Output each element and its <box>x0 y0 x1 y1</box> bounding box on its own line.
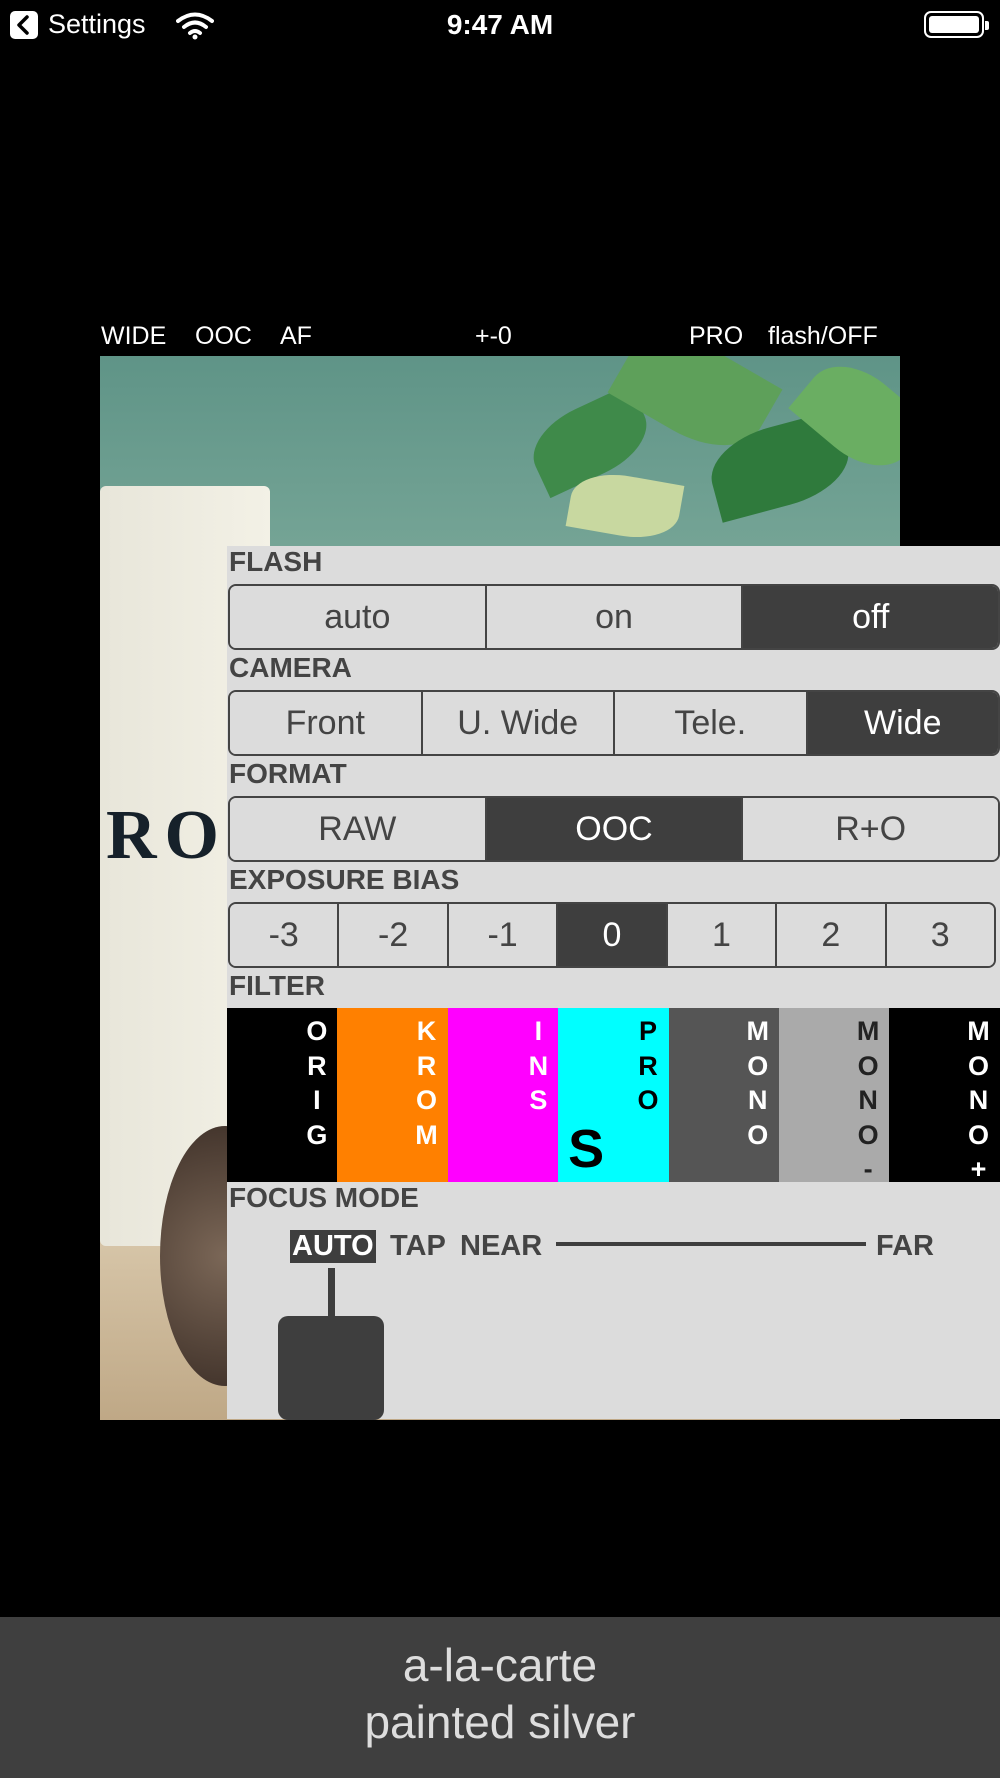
focus-distance-track[interactable] <box>556 1242 866 1246</box>
filter-letter: N <box>528 1050 549 1081</box>
filter-letter: O <box>857 1119 879 1150</box>
camera-ultra-wide-button[interactable]: U. Wide <box>420 692 613 754</box>
filter-letter: - <box>863 1154 873 1184</box>
filter-letter: O <box>857 1050 879 1081</box>
banner-line-1: a-la-carte <box>402 1639 598 1691</box>
filter-letter: O <box>747 1050 769 1081</box>
filter-letter: O <box>416 1085 438 1115</box>
filter-letter: + <box>970 1154 987 1184</box>
filter-ins-button[interactable]: INS <box>447 1008 559 1182</box>
flash-segmented-control: auto on off <box>228 584 1000 650</box>
battery-icon <box>924 11 989 38</box>
filter-letter: S <box>529 1085 548 1115</box>
camera-segmented-control: Front U. Wide Tele. Wide <box>228 690 1000 756</box>
lens-indicator: WIDE <box>101 322 167 350</box>
filter-mono-button[interactable]: MONO <box>668 1008 779 1182</box>
focus-mode-title: FOCUS MODE <box>229 1182 419 1213</box>
exposure-bias-segmented-control: -3 -2 -1 0 1 2 3 <box>228 902 996 968</box>
filter-letter: O <box>967 1119 989 1150</box>
settings-panel: FLASH auto on off CAMERA Front U. Wide T… <box>227 546 1000 1420</box>
exposure-bias-title: EXPOSURE BIAS <box>229 864 460 895</box>
filter-letter: K <box>416 1016 437 1046</box>
filter-letter: O <box>747 1119 769 1150</box>
exposure-plus-1-button[interactable]: 1 <box>665 904 776 966</box>
filter-letter: R <box>307 1050 327 1081</box>
filter-letter: I <box>313 1085 321 1115</box>
filter-indicator: PRO <box>689 322 744 350</box>
exposure-0-button[interactable]: 0 <box>556 904 666 966</box>
focus-slider-handle[interactable] <box>278 1316 384 1420</box>
caption-banner: a-la-carte painted silver <box>0 1617 1000 1778</box>
focus-tap-button[interactable]: TAP <box>390 1226 446 1266</box>
flash-auto-button[interactable]: auto <box>230 586 485 648</box>
flash-off-button[interactable]: off <box>741 586 998 648</box>
format-segmented-control: RAW OOC R+O <box>228 796 1000 862</box>
status-bar: Settings 9:47 AM <box>0 0 1000 50</box>
format-raw-ooc-button[interactable]: R+O <box>741 798 998 860</box>
filter-selector: ORIG KROM INS PRO S MONO MONO- M O N O + <box>227 1008 1000 1184</box>
filter-letter: R <box>638 1050 658 1081</box>
focus-auto-button[interactable]: AUTO <box>290 1226 376 1266</box>
flash-indicator: flash/OFF <box>768 322 878 350</box>
status-time: 9:47 AM <box>446 9 554 40</box>
filter-letter: M <box>415 1119 438 1150</box>
focus-slider-stem <box>328 1268 335 1318</box>
filter-mono-plus-button[interactable]: M O N O + <box>889 1008 1000 1184</box>
camera-title: CAMERA <box>229 652 352 683</box>
camera-wide-button[interactable]: Wide <box>805 692 998 754</box>
filter-letter: R <box>416 1050 437 1081</box>
focus-auto-label: AUTO <box>290 1229 376 1263</box>
exposure-minus-3-button[interactable]: -3 <box>230 904 338 966</box>
filter-title: FILTER <box>229 970 325 1001</box>
filter-letter: O <box>637 1085 659 1115</box>
filter-letter: M <box>856 1016 880 1046</box>
exposure-plus-3-button[interactable]: 3 <box>884 904 994 966</box>
filter-letter: N <box>747 1085 768 1115</box>
filter-krom-button[interactable]: KROM <box>337 1008 448 1182</box>
filter-letter: M <box>967 1016 990 1046</box>
selected-filter-mark: S <box>568 1119 605 1179</box>
filter-letter: N <box>968 1085 989 1115</box>
filter-letter: O <box>967 1050 989 1081</box>
focus-near-label: NEAR <box>460 1229 543 1262</box>
banner-line-2: painted silver <box>364 1696 636 1748</box>
filter-pro-button[interactable]: PRO S <box>558 1008 669 1182</box>
exposure-plus-2-button[interactable]: 2 <box>775 904 885 966</box>
filter-letter: O <box>306 1016 328 1046</box>
flash-on-button[interactable]: on <box>484 586 742 648</box>
format-title: FORMAT <box>229 758 347 789</box>
filter-letter: N <box>858 1085 878 1115</box>
filter-letter: G <box>306 1119 328 1150</box>
camera-front-button[interactable]: Front <box>230 692 421 754</box>
exposure-minus-2-button[interactable]: -2 <box>337 904 447 966</box>
filter-letter: M <box>746 1016 769 1046</box>
format-ooc-button[interactable]: OOC <box>484 798 742 860</box>
focus-far-label: FAR <box>876 1229 934 1262</box>
flash-title: FLASH <box>229 546 323 577</box>
filter-orig-button[interactable]: ORIG <box>227 1008 338 1182</box>
filter-letter: P <box>639 1016 658 1046</box>
filter-mono-minus-button[interactable]: MONO- <box>778 1008 890 1184</box>
filter-letter: I <box>534 1016 543 1046</box>
camera-tele-button[interactable]: Tele. <box>613 692 806 754</box>
exposure-indicator: +-0 <box>475 322 512 350</box>
exposure-minus-1-button[interactable]: -1 <box>446 904 557 966</box>
format-indicator: OOC <box>195 322 252 350</box>
format-raw-button[interactable]: RAW <box>230 798 485 860</box>
focus-indicator: AF <box>280 322 312 350</box>
